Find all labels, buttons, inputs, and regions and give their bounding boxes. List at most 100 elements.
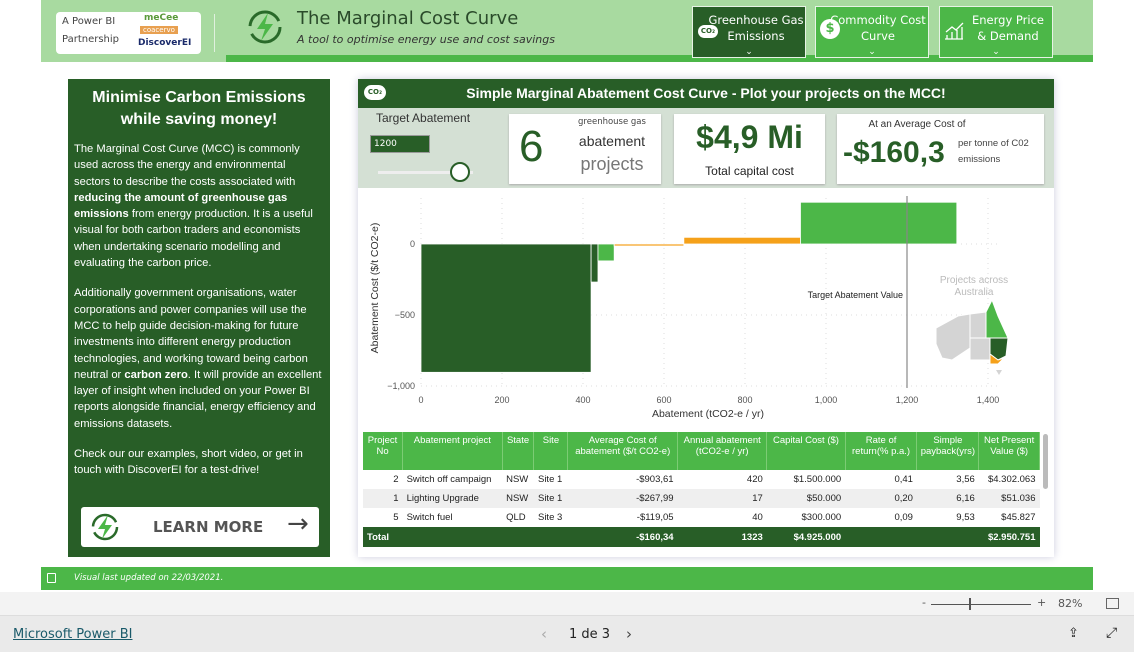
column-header[interactable]: Site <box>533 432 569 470</box>
nav-greenhouse-gas-emissions[interactable]: CO₂ Greenhouse Gas Emissions ⌄ <box>692 6 806 58</box>
kpi-value: -$160,3 <box>843 136 945 169</box>
info-paragraph-3: Check our our examples, short video, or … <box>74 448 303 477</box>
bottom-bar: Microsoft Power BI ‹ 1 de 3 › ⇪ ⤢ <box>0 616 1134 652</box>
slider-handle[interactable] <box>449 162 470 182</box>
table-cell: Lighting Upgrade <box>402 489 503 508</box>
discoverei-logo: DiscoverEI <box>138 38 192 48</box>
table-cell: $50.000 <box>766 489 846 508</box>
column-header[interactable]: Average Cost of abatement ($/t CO2-e) <box>567 432 679 470</box>
column-header[interactable]: State <box>502 432 535 470</box>
page-indicator: 1 de 3 <box>569 627 611 642</box>
table-scrollbar[interactable] <box>1043 434 1048 489</box>
total-cell <box>402 527 503 547</box>
column-header[interactable]: Abatement project <box>402 432 503 470</box>
x-tick-label: 600 <box>656 395 671 405</box>
power-bi-link[interactable]: Microsoft Power BI <box>13 627 132 642</box>
zoom-out-button[interactable]: - <box>922 596 926 609</box>
co2-cloud-icon: CO₂ <box>364 85 386 100</box>
total-row: Total -$160,34 1323 $4.925.000 $2.950.751 <box>363 527 1040 547</box>
learn-more-label: LEARN MORE <box>153 518 264 536</box>
target-abatement-input[interactable]: 1200 <box>370 135 430 153</box>
next-page-icon[interactable]: › <box>626 625 632 643</box>
total-cell: $4.925.000 <box>766 527 846 547</box>
total-cell <box>502 527 534 547</box>
total-cell <box>916 527 979 547</box>
table-cell: NSW <box>506 474 529 485</box>
map-region-wa[interactable] <box>935 313 971 361</box>
table-cell: 9,53 <box>956 512 975 523</box>
table-row[interactable]: 2 Switch off campaign NSW Site 1 -$903,61 420… <box>363 470 1040 489</box>
x-tick-label: 1,400 <box>977 395 1000 405</box>
info-panel: Minimise Carbon Emissions while saving m… <box>68 79 330 557</box>
info-heading: Minimise Carbon Emissions while saving m… <box>92 89 306 128</box>
table-cell: -$119,05 <box>636 512 674 523</box>
column-header[interactable]: Net Present Value ($) <box>978 432 1040 470</box>
fullscreen-icon[interactable]: ⤢ <box>1106 625 1117 641</box>
total-cell: Total <box>363 527 403 547</box>
total-cell <box>845 527 917 547</box>
column-header[interactable]: Simple payback(yrs) <box>916 432 980 470</box>
nav-energy-price-demand[interactable]: Energy Price & Demand ⌄ <box>939 6 1053 58</box>
kpi-label: emissions <box>958 154 1001 165</box>
footer-bar: Visual last updated on 22/03/2021. <box>41 567 1093 590</box>
y-axis-title: Abatement Cost ($/t CO2-e) <box>369 223 381 354</box>
mcc-bar[interactable] <box>597 243 615 262</box>
bar-chart-icon <box>945 22 964 40</box>
zoom-slider[interactable] <box>931 604 1031 605</box>
mcc-visual-panel: CO₂ Simple Marginal Abatement Cost Curve… <box>358 79 1054 557</box>
title-prefix: The <box>297 8 337 29</box>
header-divider <box>214 14 215 52</box>
zoom-slider-handle[interactable] <box>969 598 971 610</box>
zoom-level: 82% <box>1058 597 1083 610</box>
total-cell <box>533 527 568 547</box>
table-cell: Site 3 <box>537 512 563 523</box>
table-cell: $300.000 <box>801 512 842 523</box>
kpi-label: abatement <box>578 133 646 149</box>
page-title: The Marginal Cost Curve <box>297 8 518 29</box>
arrow-right-icon: → <box>287 509 309 539</box>
column-header[interactable]: Annual abatement (tCO2-e / yr) <box>677 432 768 470</box>
share-icon[interactable]: ⇪ <box>1068 626 1079 641</box>
x-tick-label: 200 <box>494 395 509 405</box>
mecee-logo: meCee <box>144 13 179 23</box>
table-cell: 3,56 <box>956 474 975 485</box>
mcc-bar[interactable] <box>683 236 801 245</box>
table-cell: Site 1 <box>533 489 568 508</box>
table-cell: 0,20 <box>845 489 917 508</box>
kpi-value: $4,9 Mi <box>696 119 803 155</box>
column-header[interactable]: Project No <box>363 432 404 470</box>
kpi-project-count: 6 greenhouse gas abatement projects <box>509 114 661 184</box>
kpi-label: greenhouse gas <box>578 117 646 127</box>
y-tick-label: −500 <box>395 310 415 320</box>
table-row[interactable]: 5 Switch fuel QLD Site 3 -$119,05 40 $300.000 0… <box>363 508 1040 527</box>
map-title: Australia <box>955 287 994 298</box>
info-paragraph-2: Additionally government organisations, w… <box>74 287 322 430</box>
table-cell: $45.827 <box>1001 512 1036 523</box>
mcc-bar[interactable] <box>590 243 599 283</box>
mcc-bar[interactable] <box>800 201 958 245</box>
map-region-tas[interactable] <box>996 370 1002 375</box>
learn-more-button[interactable]: LEARN MORE → <box>81 507 319 547</box>
last-updated-text: Visual last updated on 22/03/2021. <box>74 573 224 583</box>
table-cell: QLD <box>506 512 526 523</box>
map-region-qld[interactable] <box>985 298 1009 339</box>
zoom-in-button[interactable]: + <box>1037 596 1046 609</box>
column-header[interactable]: Rate of return(% p.a.) <box>845 432 918 470</box>
projects-table: Project No Abatement project State Site Aver… <box>363 432 1040 556</box>
table-cell: -$267,99 <box>567 489 678 508</box>
map-region-sa[interactable] <box>969 337 991 361</box>
table-cell: 2 <box>393 474 399 485</box>
table-cell: 5 <box>393 512 399 523</box>
fit-to-page-icon[interactable] <box>1106 598 1119 609</box>
mcc-bar[interactable] <box>420 243 592 373</box>
chevron-down-icon: ⌄ <box>868 47 876 57</box>
table-row[interactable]: 1 Lighting Upgrade NSW Site 1 -$267,99 17 $50.… <box>363 489 1040 508</box>
previous-page-icon[interactable]: ‹ <box>541 625 547 643</box>
map-region-nt[interactable] <box>969 311 987 339</box>
table-cell: Switch fuel <box>406 512 453 523</box>
mcc-bar[interactable] <box>613 243 685 247</box>
nav-commodity-cost-curve[interactable]: $ Commodity Cost Curve ⌄ <box>815 6 929 58</box>
table-cell: $51.036 <box>978 489 1040 508</box>
kpi-label: projects <box>580 154 644 174</box>
column-header[interactable]: Capital Cost ($) <box>766 432 846 470</box>
